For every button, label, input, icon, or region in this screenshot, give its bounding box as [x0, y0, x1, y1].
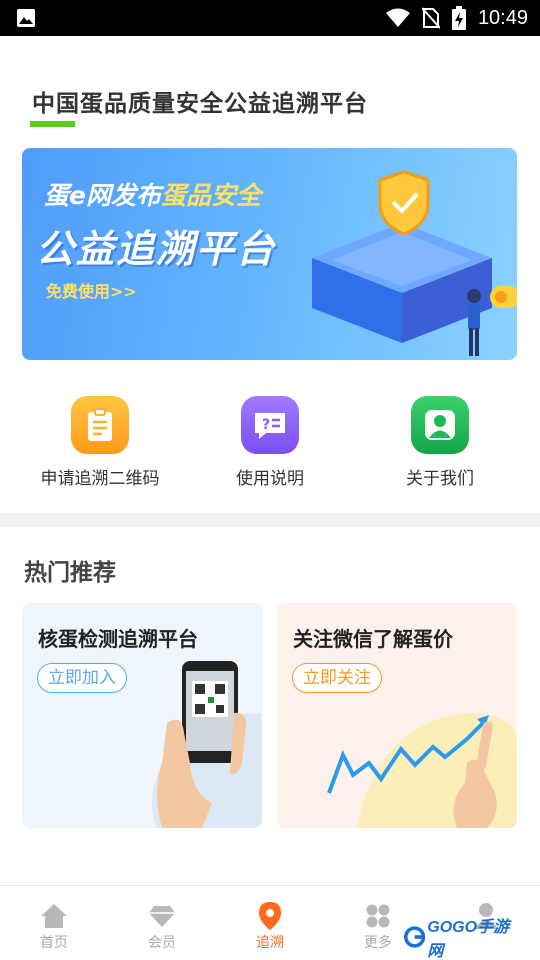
join-now-button[interactable]: 立即加入 [37, 663, 127, 693]
shortcut-usage-guide[interactable]: ? 使用说明 [195, 396, 345, 489]
phone-qrcode-illustration [152, 661, 262, 828]
section-divider [0, 513, 540, 527]
shortcut-label: 申请追溯二维码 [40, 469, 160, 489]
watermark: GOGO手游网 [404, 919, 514, 960]
banner-cta[interactable]: 免费使用>> [46, 278, 137, 302]
banner[interactable]: 蛋e网发布蛋品安全 公益追溯平台 免费使用>> [22, 148, 517, 360]
home-icon [41, 904, 67, 928]
nav-home[interactable]: 首页 [0, 886, 108, 960]
price-trend-illustration [327, 713, 517, 828]
status-time: 10:49 [477, 6, 528, 29]
card-egg-detection[interactable]: 核蛋检测追溯平台 立即加入 [22, 603, 262, 828]
status-bar: 10:49 [0, 0, 540, 36]
banner-illustration [312, 170, 517, 356]
banner-title: 公益追溯平台 [36, 227, 277, 271]
nav-trace[interactable]: 追溯 [216, 886, 324, 960]
card-title: 关注微信了解蛋价 [293, 627, 453, 651]
nav-member[interactable]: 会员 [108, 886, 216, 960]
banner-headline: 蛋e网发布蛋品安全 [44, 181, 261, 210]
page-title: 中国蛋品质量安全公益追溯平台 [32, 91, 368, 117]
watermark-text: GOGO手游网 [427, 919, 510, 960]
diamond-icon [149, 906, 175, 927]
image-notification-icon [17, 9, 35, 27]
user-contact-icon [411, 396, 469, 454]
shortcut-apply-qrcode[interactable]: 申请追溯二维码 [25, 396, 175, 489]
shortcut-label: 关于我们 [406, 469, 474, 489]
no-sim-icon [421, 7, 440, 29]
card-title: 核蛋检测追溯平台 [38, 627, 198, 651]
chat-help-icon: ? [241, 396, 299, 454]
title-underline [30, 121, 75, 127]
watermark-logo-icon [404, 926, 426, 948]
shortcut-about-us[interactable]: 关于我们 [365, 396, 515, 489]
nav-label: 会员 [148, 935, 176, 951]
nav-label: 追溯 [256, 935, 284, 951]
section-title: 热门推荐 [24, 560, 116, 586]
battery-charging-icon [451, 6, 466, 30]
grid-icon [366, 904, 390, 928]
card-wechat-egg-price[interactable]: 关注微信了解蛋价 立即关注 [277, 603, 517, 828]
svg-text:?: ? [262, 417, 270, 433]
wifi-icon [385, 8, 410, 27]
nav-label: 首页 [40, 935, 68, 951]
clipboard-icon [71, 396, 129, 454]
location-pin-icon [259, 902, 281, 930]
shortcut-label: 使用说明 [236, 469, 304, 489]
